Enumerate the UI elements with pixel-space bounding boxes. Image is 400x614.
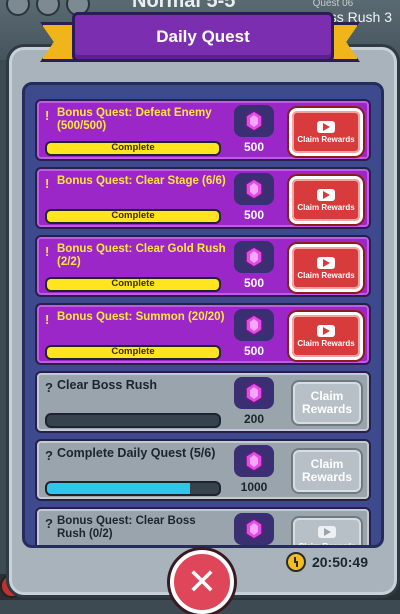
timer-value: 20:50:49: [311, 554, 368, 570]
quest-reward: 500: [233, 241, 275, 291]
quest-progress-bar: Complete: [45, 345, 221, 360]
quest-progress-bar: Complete: [45, 141, 221, 156]
quest-list: ! Bonus Quest: Defeat Enemy (500/500) Co…: [35, 99, 371, 548]
quest-row: ? Clear Boss Rush 200 Claim Rewards: [35, 371, 371, 433]
quest-status-mark: ?: [45, 516, 53, 531]
claim-label: Claim Rewards: [297, 270, 355, 280]
gem-icon: [234, 445, 274, 477]
quest-progress-bar: [45, 481, 221, 496]
gem-icon: [234, 173, 274, 205]
claim-label: Claim Rewards: [297, 338, 355, 348]
reward-amount: 500: [243, 208, 265, 222]
reset-timer: 20:50:49: [285, 552, 368, 572]
claim-rewards-button[interactable]: Claim Rewards: [291, 448, 363, 494]
claim-rewards-button[interactable]: Claim Rewards: [289, 244, 363, 292]
quest-reward: 500: [233, 309, 275, 359]
reward-amount: 200: [243, 412, 265, 426]
quest-title: Complete Daily Quest (5/6): [57, 446, 216, 460]
quest-row: ! Bonus Quest: Clear Gold Rush (2/2) Com…: [35, 235, 371, 297]
quest-tracker-small: Quest 06: [312, 0, 354, 9]
quest-progress-label: Complete: [111, 278, 155, 289]
claim-label: Claim Rewards: [301, 457, 353, 484]
video-play-icon: [317, 256, 335, 269]
quest-progress-fill: [47, 483, 190, 494]
quest-progress-label: Complete: [111, 210, 155, 221]
clock-icon: [285, 552, 306, 572]
gem-icon: [234, 105, 274, 137]
gem-icon: [234, 513, 274, 545]
video-play-icon: [317, 324, 335, 337]
quest-row: ? Complete Daily Quest (5/6) 1000 Claim …: [35, 439, 371, 501]
menu-icon: [6, 0, 30, 16]
claim-rewards-button[interactable]: Claim Rewards: [289, 312, 363, 360]
claim-rewards-button[interactable]: Claim Rewards: [291, 380, 363, 426]
quest-row: ! Bonus Quest: Summon (20/20) Complete 5…: [35, 303, 371, 365]
reward-amount: 500: [243, 140, 265, 154]
quest-list-container[interactable]: ! Bonus Quest: Defeat Enemy (500/500) Co…: [22, 82, 384, 548]
quest-reward: 500: [233, 173, 275, 223]
quest-reward: 500: [233, 513, 275, 545]
quest-progress-label: Complete: [111, 346, 155, 357]
quest-reward: 500: [233, 105, 275, 155]
quest-title: Bonus Quest: Clear Boss Rush (0/2): [57, 515, 196, 540]
reward-amount: 500: [243, 344, 265, 358]
quest-reward: 200: [233, 377, 275, 427]
claim-label: Claim Rewards: [297, 202, 355, 212]
quest-progress-bar: Complete: [45, 209, 221, 224]
reward-amount: 1000: [240, 480, 268, 494]
quest-progress-bar: [45, 413, 221, 428]
quest-title: Bonus Quest: Defeat Enemy (500/500): [57, 107, 212, 132]
reward-amount: 500: [243, 276, 265, 290]
claim-label: Claim Rewards: [297, 134, 355, 144]
quest-title: Bonus Quest: Clear Gold Rush (2/2): [57, 243, 226, 268]
quest-row: ? Bonus Quest: Clear Boss Rush (0/2) 500…: [35, 507, 371, 548]
claim-rewards-button[interactable]: Claim Rewards: [289, 108, 363, 156]
quest-title: Clear Boss Rush: [57, 378, 158, 392]
gem-icon: [234, 241, 274, 273]
quest-progress-bar: Complete: [45, 277, 221, 292]
claim-label: Claim Rewards: [301, 389, 353, 416]
quest-status-mark: !: [45, 244, 50, 259]
close-button[interactable]: ✕: [170, 550, 234, 614]
quest-progress-label: Complete: [111, 142, 155, 153]
settings-icon: [36, 0, 60, 16]
gem-icon: [234, 377, 274, 409]
quest-row: ! Bonus Quest: Clear Stage (6/6) Complet…: [35, 167, 371, 229]
video-play-icon: [317, 120, 335, 133]
quest-title: Bonus Quest: Clear Stage (6/6): [57, 175, 226, 187]
video-play-icon: [317, 188, 335, 201]
gem-icon: [234, 309, 274, 341]
quest-status-mark: !: [45, 312, 50, 327]
quest-status-mark: ?: [45, 380, 53, 395]
quest-title: Bonus Quest: Summon (20/20): [57, 311, 225, 323]
video-play-icon: [318, 525, 336, 538]
quest-row: ! Bonus Quest: Defeat Enemy (500/500) Co…: [35, 99, 371, 161]
quest-reward: 1000: [233, 445, 275, 495]
quest-status-mark: !: [45, 108, 50, 123]
claim-label: Claim Rewards: [298, 541, 356, 548]
claim-rewards-button[interactable]: Claim Rewards: [291, 516, 363, 548]
quest-status-mark: ?: [45, 448, 53, 463]
quest-status-mark: !: [45, 176, 50, 191]
claim-rewards-button[interactable]: Claim Rewards: [289, 176, 363, 224]
dialog-title: Daily Quest: [72, 12, 334, 62]
